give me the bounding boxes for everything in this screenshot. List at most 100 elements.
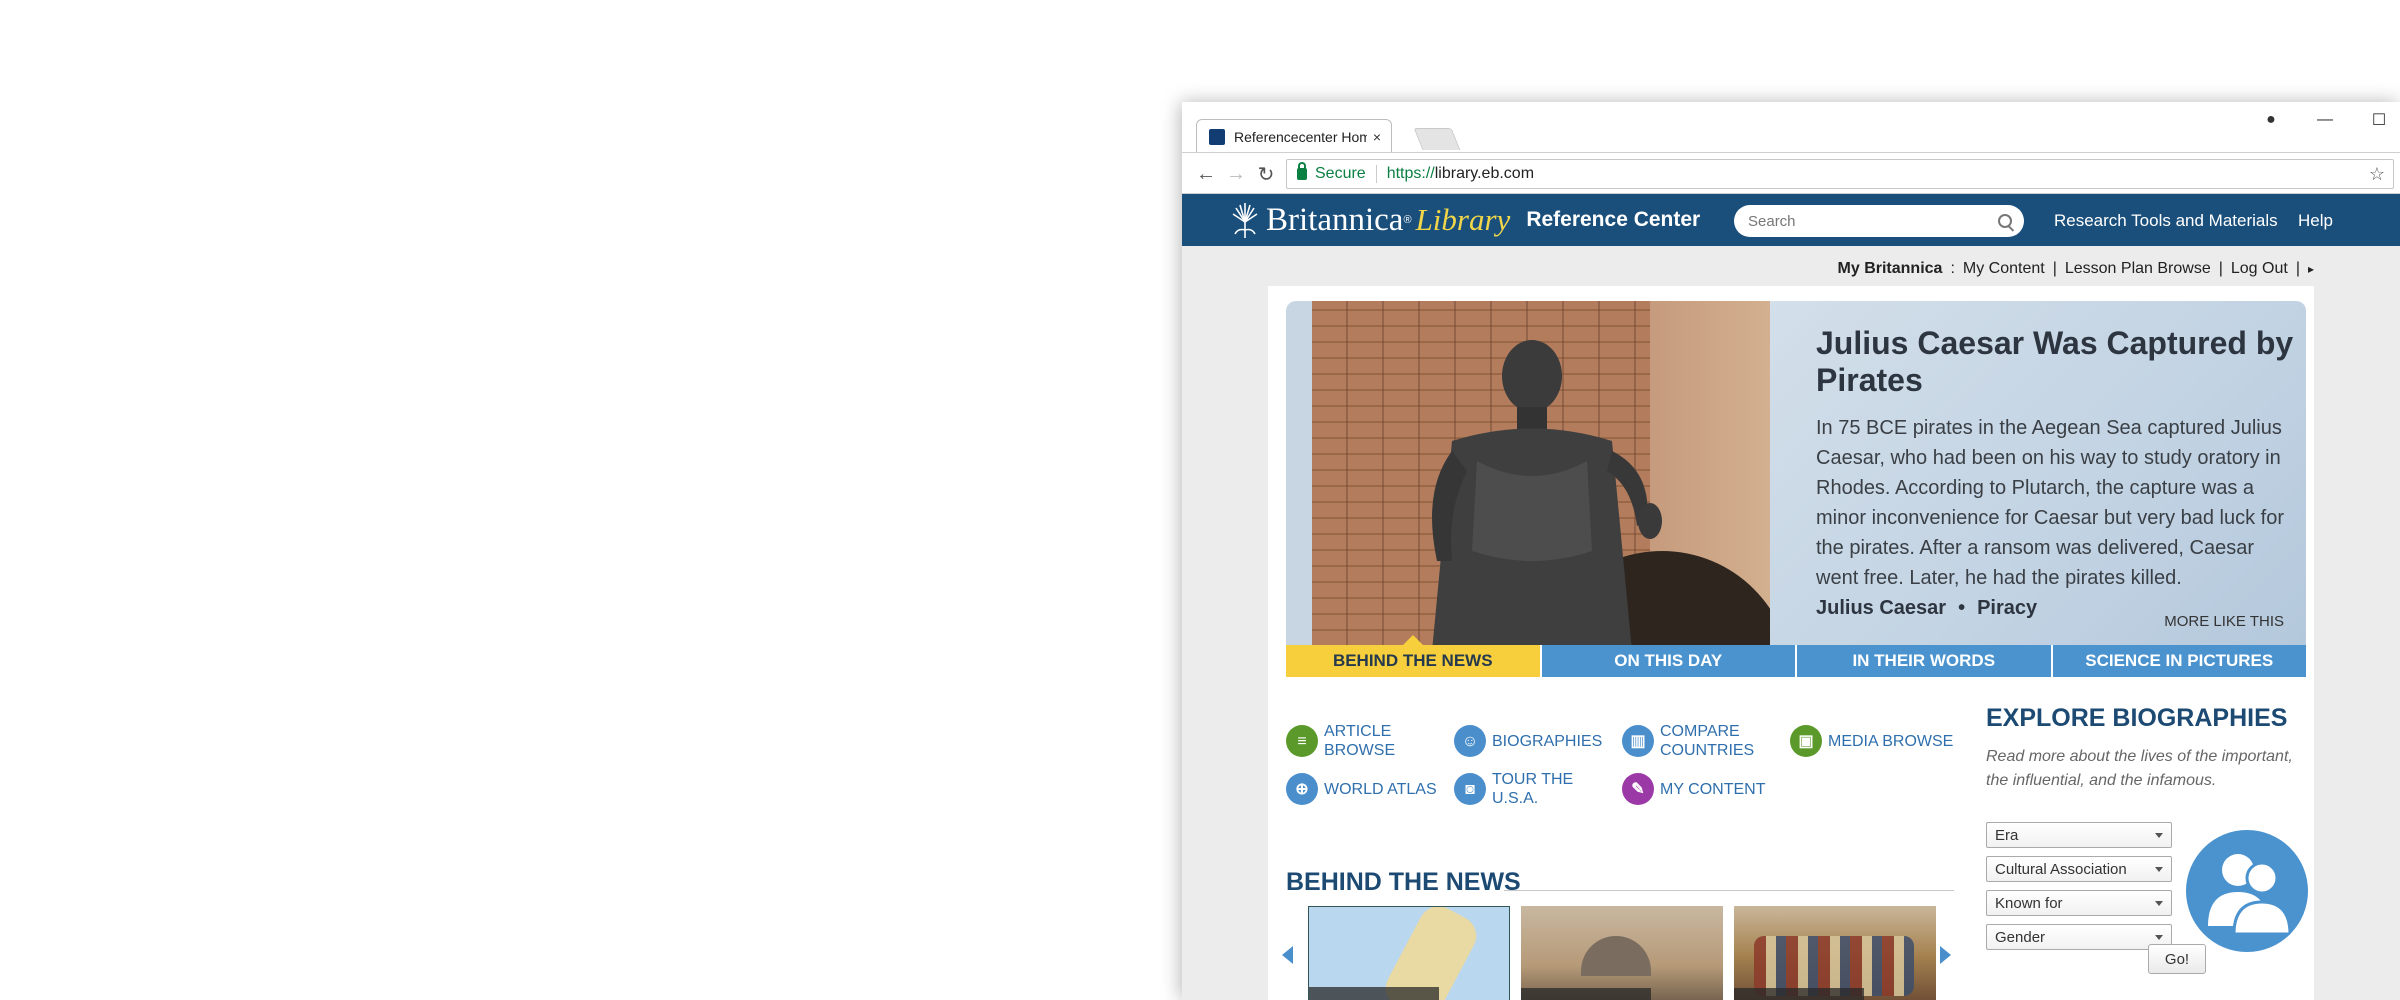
statue-figure-icon [1432, 340, 1662, 645]
biographies-label: BIOGRAPHIES [1492, 732, 1603, 750]
go-button[interactable]: Go! [2148, 944, 2206, 974]
media-browse-link[interactable]: ▣ MEDIA BROWSE [1790, 725, 1958, 757]
explore-biographies-panel: EXPLORE BIOGRAPHIES Read more about the … [1986, 704, 2308, 974]
tour-usa-link[interactable]: ◙ TOUR THE U.S.A. [1454, 770, 1622, 808]
new-tab-button[interactable] [1413, 128, 1461, 150]
thumbnail-caption-bar [1309, 987, 1439, 1000]
news-thumbnail-new-zealand-map[interactable] [1308, 906, 1510, 1000]
tour-usa-label: TOUR THE U.S.A. [1492, 771, 1574, 807]
hero-title[interactable]: Julius Caesar Was Captured by Pirates [1816, 325, 2296, 399]
site-search-input[interactable] [1748, 212, 1998, 230]
people-icon [2186, 830, 2308, 952]
search-icon[interactable] [1998, 214, 2012, 228]
my-content-link[interactable]: My Content [1963, 260, 2045, 278]
article-browse-label: ARTICLE BROWSE [1324, 723, 1396, 759]
utility-separator: : [1950, 260, 1955, 277]
lesson-plan-browse-link[interactable]: Lesson Plan Browse [2065, 260, 2211, 278]
utility-separator: | [2052, 260, 2057, 277]
globe-icon: ⊕ [1286, 773, 1318, 805]
tag-separator: • [1958, 597, 1966, 619]
tab-science-in-pictures[interactable]: SCIENCE IN PICTURES [2052, 645, 2306, 677]
article-browse-link[interactable]: ≡ ARTICLE BROWSE [1286, 722, 1454, 760]
news-thumbnail-mosque[interactable] [1521, 906, 1723, 1000]
thistle-logo-icon [1232, 203, 1258, 238]
compare-countries-link[interactable]: ▥ COMPARE COUNTRIES [1622, 722, 1790, 760]
forward-arrow-icon[interactable]: → [1222, 160, 1250, 188]
cultural-association-select[interactable]: Cultural Association [1986, 856, 2172, 882]
back-arrow-icon[interactable]: ← [1192, 160, 1220, 188]
explore-biographies-heading: EXPLORE BIOGRAPHIES [1986, 704, 2288, 732]
carousel-next-arrow-icon[interactable] [1940, 946, 1951, 964]
reload-icon[interactable]: ↻ [1252, 160, 1280, 188]
maximize-button[interactable]: ☐ [2354, 106, 2400, 134]
car-icon: ◙ [1454, 773, 1486, 805]
more-like-this-link[interactable]: MORE LIKE THIS [2164, 613, 2284, 630]
nav-research-tools-link[interactable]: Research Tools and Materials [2054, 211, 2278, 231]
era-select[interactable]: Era [1986, 822, 2172, 848]
world-atlas-link[interactable]: ⊕ WORLD ATLAS [1286, 773, 1454, 805]
britannica-favicon-icon [1209, 128, 1225, 145]
log-out-link[interactable]: Log Out [2231, 260, 2288, 278]
list-icon: ≡ [1286, 725, 1318, 757]
address-bar[interactable]: Secure https:// library.eb.com ☆ [1286, 159, 2394, 189]
utility-separator: | [2295, 260, 2300, 277]
omnibox-divider [1375, 165, 1377, 183]
biography-filters: Era Cultural Association Known for Gende… [1986, 822, 2176, 958]
url-scheme: https:// [1386, 165, 1435, 182]
explore-biographies-description: Read more about the lives of the importa… [1986, 748, 2293, 789]
hero-body: In 75 BCE pirates in the Aegean Sea capt… [1816, 417, 2285, 589]
browser-titlebar: Referencecenter Home × ● — ☐ [1182, 102, 2400, 153]
compare-countries-label: COMPARE COUNTRIES [1660, 723, 1755, 759]
my-britannica-label: My Britannica [1837, 260, 1943, 277]
world-atlas-label: WORLD ATLAS [1324, 780, 1437, 798]
logo-reference-center-text: Reference Center [1526, 208, 1701, 231]
section-divider [1504, 890, 1954, 891]
tag-julius-caesar-link[interactable]: Julius Caesar [1816, 597, 1946, 620]
lock-icon [1297, 162, 1307, 180]
hero-feature: Julius Caesar Was Captured by Pirates In… [1286, 301, 2306, 645]
biographies-link[interactable]: ☺ BIOGRAPHIES [1454, 725, 1622, 757]
tab-in-their-words[interactable]: IN THEIR WORDS [1797, 645, 2051, 677]
behind-the-news-heading: BEHIND THE NEWS [1286, 868, 1521, 896]
profile-icon[interactable]: ● [2246, 106, 2296, 134]
tab-behind-the-news[interactable]: BEHIND THE NEWS [1286, 635, 1540, 677]
quick-links: ≡ ARTICLE BROWSE ☺ BIOGRAPHIES ▥ COMPARE… [1286, 718, 1976, 814]
tag-piracy-link[interactable]: Piracy [1977, 597, 2037, 620]
browser-window: Referencecenter Home × ● — ☐ ← → ↻ Secur… [1182, 102, 2400, 1000]
tab-title: Referencecenter Home [1234, 128, 1367, 145]
julius-caesar-statue-image[interactable] [1312, 301, 1770, 645]
logo-library-text: Library [1415, 202, 1511, 237]
logo-registered-mark: ® [1403, 214, 1412, 226]
logo-britannica-text: Britannica [1266, 201, 1404, 238]
hero-tab-bar: BEHIND THE NEWS ON THIS DAY IN THEIR WOR… [1286, 635, 2306, 677]
utility-bar: My Britannica : My Content | Lesson Plan… [1838, 260, 2314, 278]
site-header: Britannica ® Library Reference Center Re… [1182, 194, 2400, 246]
gender-select[interactable]: Gender [1986, 924, 2172, 950]
my-content-quick-label: MY CONTENT [1660, 780, 1766, 798]
thumbnail-caption-bar [1734, 988, 1864, 1000]
tab-on-this-day[interactable]: ON THIS DAY [1541, 645, 1795, 677]
news-thumbnail-illustration[interactable] [1734, 906, 1936, 1000]
browser-toolbar: ← → ↻ Secure https:// library.eb.com ☆ [1182, 152, 2400, 194]
my-content-quick-link[interactable]: ✎ MY CONTENT [1622, 773, 1790, 805]
media-browse-label: MEDIA BROWSE [1828, 732, 1954, 750]
known-for-select[interactable]: Known for [1986, 890, 2172, 916]
media-icon: ▣ [1790, 725, 1822, 757]
utility-expand-arrow-icon[interactable]: ▸ [2308, 262, 2314, 278]
hero-text-block: Julius Caesar Was Captured by Pirates In… [1816, 325, 2296, 620]
url-host: library.eb.com [1434, 165, 1535, 182]
carousel-prev-arrow-icon[interactable] [1282, 946, 1293, 964]
minimize-button[interactable]: — [2300, 106, 2350, 134]
secure-label: Secure [1315, 165, 1366, 182]
nav-help-link[interactable]: Help [2298, 211, 2333, 231]
bookmark-star-icon[interactable]: ☆ [2369, 164, 2385, 185]
bar-chart-icon: ▥ [1622, 725, 1654, 757]
site-search-box[interactable] [1734, 205, 2024, 237]
tab-close-icon[interactable]: × [1373, 129, 1381, 145]
britannica-library-logo[interactable]: Britannica ® Library Reference Center [1230, 198, 1700, 242]
utility-separator: | [2218, 260, 2223, 277]
main-content: Julius Caesar Was Captured by Pirates In… [1268, 286, 2314, 1000]
browser-tab[interactable]: Referencecenter Home × [1196, 119, 1392, 153]
thumbnail-caption-bar [1521, 988, 1651, 1000]
my-content-icon: ✎ [1622, 773, 1654, 805]
